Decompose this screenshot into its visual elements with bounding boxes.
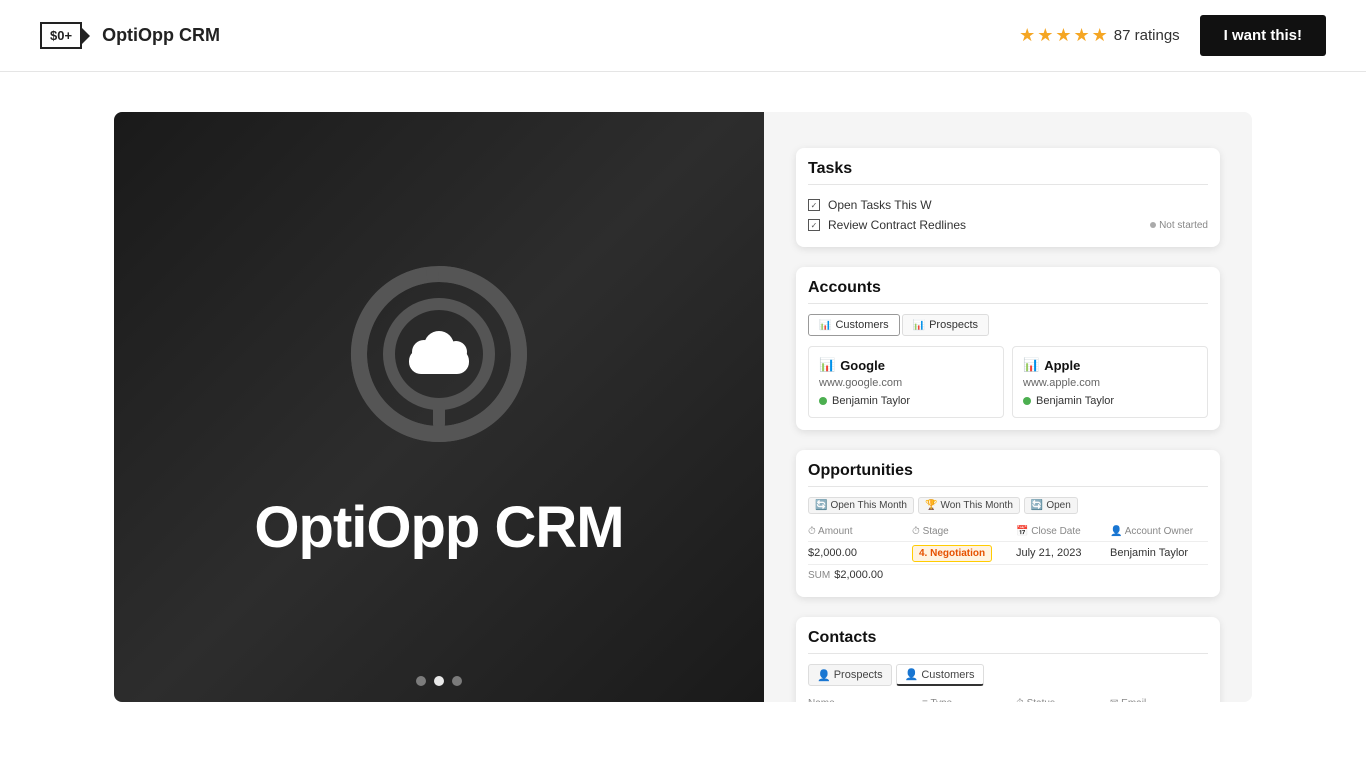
contacts-title: Contacts <box>808 629 1208 654</box>
contacts-tab-customers[interactable]: 👤 Customers <box>896 664 984 686</box>
account-icon-google: 📊 <box>819 357 835 373</box>
tasks-title: Tasks <box>808 160 1208 185</box>
task-checkbox-2[interactable]: ✓ <box>808 219 820 231</box>
tasks-panel: Tasks ✓ Open Tasks This W ✓ Review Contr… <box>796 148 1220 247</box>
price-badge: $0+ <box>40 22 82 49</box>
carousel-dot-3[interactable] <box>452 676 462 686</box>
branding-panel: OptiOpp CRM <box>114 112 764 702</box>
header-left: $0+ OptiOpp CRM <box>40 22 220 49</box>
ratings-count: 87 ratings <box>1114 27 1180 44</box>
contacts-prospects-icon: 👤 <box>817 669 831 682</box>
contacts-tab-prospects[interactable]: 👤 Prospects <box>808 664 892 686</box>
opp-stage-badge: 4. Negotiation <box>912 547 1012 559</box>
contacts-panel: Contacts 👤 Prospects 👤 Customers Name <box>796 617 1220 702</box>
app-title: OptiOpp CRM <box>102 25 220 46</box>
contacts-col-status: ⏱ Status <box>1016 698 1106 702</box>
task-item-2: ✓ Review Contract Redlines Not started <box>808 215 1208 235</box>
contacts-table-header: Name ≡ Type ⏱ Status ✉ Email <box>808 694 1208 702</box>
account-card-apple[interactable]: 📊 Apple www.apple.com Benjamin Taylor <box>1012 346 1208 418</box>
star-5: ★ <box>1092 25 1108 46</box>
screenshot-container: OptiOpp CRM Tasks ✓ Open Tasks This W <box>114 112 1252 702</box>
opp-table-header: ⏱ Amount ⏱ Stage 📅 Close Date 👤 Account … <box>808 522 1208 542</box>
account-name-google: 📊 Google <box>819 357 993 373</box>
star-4: ★ <box>1074 25 1090 46</box>
opportunities-panel: Opportunities 🔄 Open This Month 🏆 Won Th… <box>796 450 1220 597</box>
opp-tab-open[interactable]: 🔄 Open <box>1024 497 1078 514</box>
opp-col-stage: ⏱ Stage <box>912 526 1012 537</box>
accounts-tab-customers[interactable]: 📊 Customers <box>808 314 900 336</box>
opp-col-date: 📅 Close Date <box>1016 526 1106 537</box>
accounts-tabs: 📊 Customers 📊 Prospects <box>808 314 1208 336</box>
owner-dot-google <box>819 397 827 405</box>
carousel-dot-2[interactable] <box>434 676 444 686</box>
carousel-dots <box>416 676 462 686</box>
page-header: $0+ OptiOpp CRM ★ ★ ★ ★ ★ 87 ratings I w… <box>0 0 1366 72</box>
star-3: ★ <box>1055 25 1071 46</box>
opp-tab-open-month[interactable]: 🔄 Open This Month <box>808 497 914 514</box>
ui-preview-panel: Tasks ✓ Open Tasks This W ✓ Review Contr… <box>764 112 1252 702</box>
star-2: ★ <box>1037 25 1053 46</box>
opp-tab-won-month[interactable]: 🏆 Won This Month <box>918 497 1020 514</box>
prospects-icon: 📊 <box>913 320 925 331</box>
account-url-google: www.google.com <box>819 377 993 389</box>
opportunities-title: Opportunities <box>808 462 1208 487</box>
task-label-2: Review Contract Redlines <box>828 218 1142 232</box>
app-logo-icon <box>339 254 539 454</box>
task-label-1: Open Tasks This W <box>828 198 1208 212</box>
opportunities-tabs: 🔄 Open This Month 🏆 Won This Month 🔄 Ope… <box>808 497 1208 514</box>
logo-text: OptiOpp CRM <box>254 494 623 561</box>
main-content: OptiOpp CRM Tasks ✓ Open Tasks This W <box>0 72 1366 742</box>
opp-owner-1: Benjamin Taylor <box>1110 547 1230 559</box>
sum-value: $2,000.00 <box>834 569 883 581</box>
task-item-1: ✓ Open Tasks This W <box>808 195 1208 215</box>
contacts-col-type: ≡ Type <box>922 698 1012 702</box>
owner-dot-apple <box>1023 397 1031 405</box>
cta-button[interactable]: I want this! <box>1200 15 1326 56</box>
account-url-apple: www.apple.com <box>1023 377 1197 389</box>
contacts-col-email: ✉ Email <box>1110 698 1210 702</box>
carousel-dot-1[interactable] <box>416 676 426 686</box>
contacts-col-name: Name <box>808 698 918 702</box>
accounts-grid: 📊 Google www.google.com Benjamin Taylor <box>808 346 1208 418</box>
opp-tab-icon-3: 🔄 <box>1031 500 1043 511</box>
star-1: ★ <box>1019 25 1035 46</box>
contacts-customers-icon: 👤 <box>905 668 919 681</box>
opp-sum-row: SUM $2,000.00 <box>808 564 1208 585</box>
accounts-panel: Accounts 📊 Customers 📊 Prospects <box>796 267 1220 430</box>
task-checkbox-1[interactable]: ✓ <box>808 199 820 211</box>
customers-icon: 📊 <box>819 320 831 331</box>
account-owner-google: Benjamin Taylor <box>819 395 993 407</box>
opp-amount-1: $2,000.00 <box>808 547 908 559</box>
sum-label: SUM <box>808 570 830 581</box>
opp-table-row-1: $2,000.00 4. Negotiation July 21, 2023 B… <box>808 542 1208 564</box>
opp-col-amount: ⏱ Amount <box>808 526 908 537</box>
star-rating: ★ ★ ★ ★ ★ <box>1019 25 1108 46</box>
contacts-tabs: 👤 Prospects 👤 Customers <box>808 664 1208 686</box>
not-started-badge: Not started <box>1150 220 1208 231</box>
accounts-tab-prospects[interactable]: 📊 Prospects <box>902 314 989 336</box>
opp-date-1: July 21, 2023 <box>1016 547 1106 559</box>
header-right: ★ ★ ★ ★ ★ 87 ratings I want this! <box>1019 15 1326 56</box>
account-name-apple: 📊 Apple <box>1023 357 1197 373</box>
account-owner-apple: Benjamin Taylor <box>1023 395 1197 407</box>
ratings-area: ★ ★ ★ ★ ★ 87 ratings <box>1019 25 1180 46</box>
opp-tab-icon-1: 🔄 <box>815 500 827 511</box>
opp-col-owner: 👤 Account Owner <box>1110 526 1230 537</box>
account-icon-apple: 📊 <box>1023 357 1039 373</box>
opp-tab-icon-2: 🏆 <box>925 500 937 511</box>
account-card-google[interactable]: 📊 Google www.google.com Benjamin Taylor <box>808 346 1004 418</box>
accounts-title: Accounts <box>808 279 1208 304</box>
